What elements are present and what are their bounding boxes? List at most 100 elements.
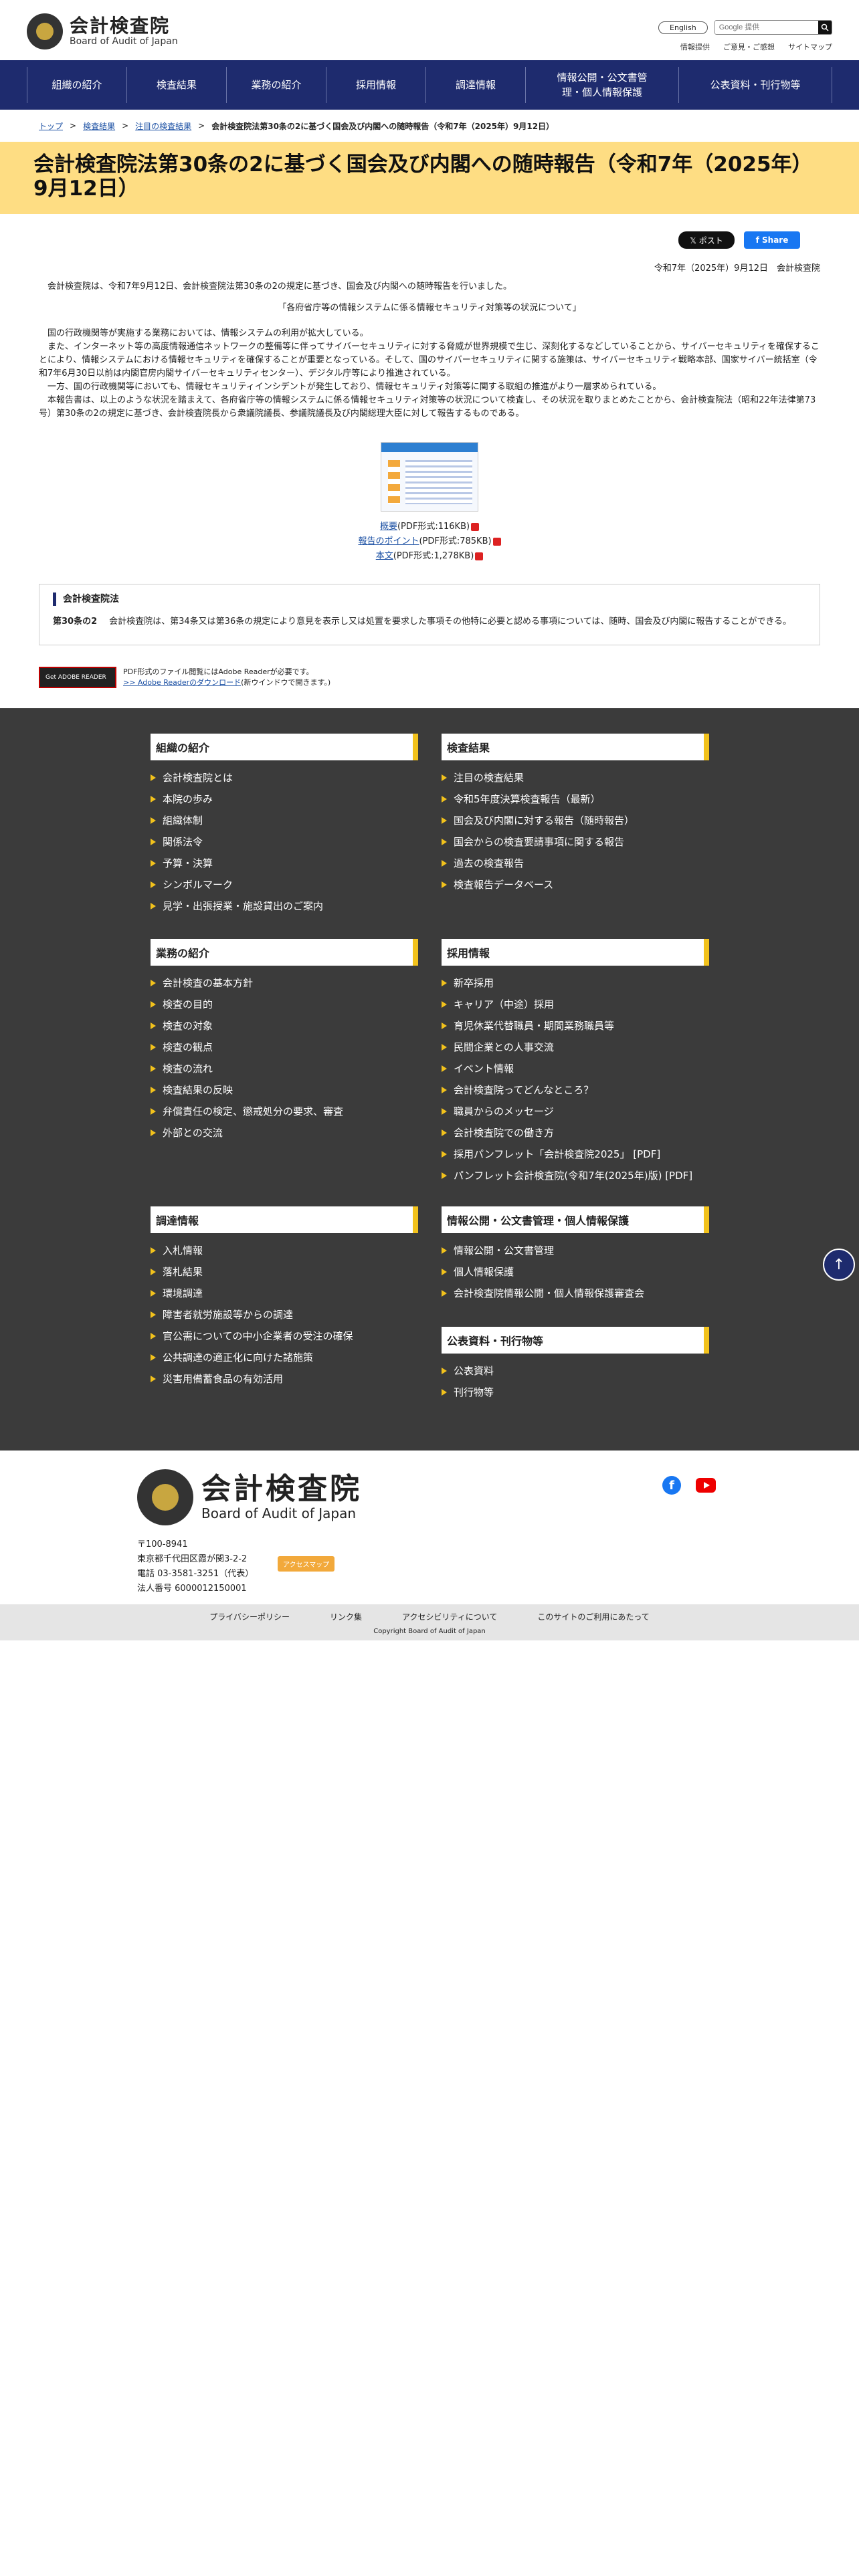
footer-link[interactable]: パンフレット会計検査院(令和7年(2025年)版) [PDF] xyxy=(442,1165,709,1186)
nav-audit-results[interactable]: 検査結果 xyxy=(126,67,226,103)
nav-organization[interactable]: 組織の紹介 xyxy=(27,67,126,103)
access-map-button[interactable]: アクセスマップ xyxy=(278,1556,335,1572)
breadcrumb-results[interactable]: 検査結果 xyxy=(83,120,115,132)
footer-col-heading[interactable]: 調達情報 xyxy=(151,1206,418,1233)
footer-link[interactable]: 検査の流れ xyxy=(151,1058,418,1079)
breadcrumb-sep: > xyxy=(122,121,129,130)
social-share: 𝕏 ポスト f Share xyxy=(39,214,820,255)
footer-link[interactable]: 新卒採用 xyxy=(442,972,709,994)
footer-logo[interactable]: 会計検査院 Board of Audit of Japan xyxy=(137,1469,362,1525)
footer-link[interactable]: 個人情報保護 xyxy=(442,1261,709,1283)
nav-disclosure[interactable]: 情報公開・公文書管理・個人情報保護 xyxy=(525,67,678,103)
english-button[interactable]: English xyxy=(658,21,708,34)
paragraph: 一方、国の行政機関等においても、情報セキュリティインシデントが発生しており、情報… xyxy=(47,382,662,392)
header-link-sitemap[interactable]: サイトマップ xyxy=(788,41,832,52)
footer-link[interactable]: 入札情報 xyxy=(151,1240,418,1261)
footer-col-heading[interactable]: 業務の紹介 xyxy=(151,939,418,966)
footer-link[interactable]: 民間企業との人事交流 xyxy=(442,1037,709,1058)
footer-link[interactable]: 本院の歩み xyxy=(151,788,418,810)
footer-link[interactable]: 国会からの検査要請事項に関する報告 xyxy=(442,831,709,853)
footer-link[interactable]: 障害者就労施設等からの調達 xyxy=(151,1304,418,1325)
footer-link[interactable]: シンボルマーク xyxy=(151,874,418,895)
footer-link[interactable]: 会計検査院とは xyxy=(151,767,418,788)
paragraph: 国の行政機関等が実施する業務においては、情報システムの利用が拡大している。 xyxy=(47,328,369,338)
nav-procurement[interactable]: 調達情報 xyxy=(425,67,525,103)
footer-link[interactable]: 公表資料 xyxy=(442,1360,709,1382)
footer-link[interactable]: 職員からのメッセージ xyxy=(442,1101,709,1122)
footer-address: 〒100-8941 東京都千代田区霞が関3-2-2 電話 03-3581-325… xyxy=(137,1537,254,1596)
footer-link[interactable]: 検査報告データベース xyxy=(442,874,709,895)
footer-link[interactable]: 災害用備蓄食品の有効活用 xyxy=(151,1368,418,1390)
footer-col-heading[interactable]: 組織の紹介 xyxy=(151,734,418,760)
nav-operations[interactable]: 業務の紹介 xyxy=(226,67,326,103)
footer-link[interactable]: 刊行物等 xyxy=(442,1382,709,1403)
footer-col-heading[interactable]: 情報公開・公文書管理・個人情報保護 xyxy=(442,1206,709,1233)
footer-link[interactable]: 検査の観点 xyxy=(151,1037,418,1058)
file-meta: (PDF形式:116KB) xyxy=(397,522,470,532)
footer-link[interactable]: 予算・決算 xyxy=(151,853,418,874)
footer-link[interactable]: 育児休業代替職員・期間業務職員等 xyxy=(442,1015,709,1037)
title-band: 会計検査院法第30条の2に基づく国会及び内閣への随時報告（令和7年（2025年）… xyxy=(0,142,859,214)
footer-link[interactable]: 組織体制 xyxy=(151,810,418,831)
footer-col-heading[interactable]: 公表資料・刊行物等 xyxy=(442,1327,709,1354)
footer-link[interactable]: 公共調達の適正化に向けた諸施策 xyxy=(151,1347,418,1368)
search-input[interactable] xyxy=(714,21,818,34)
youtube-icon[interactable] xyxy=(696,1478,716,1493)
footer-link[interactable]: 検査結果の反映 xyxy=(151,1079,418,1101)
privacy-policy-link[interactable]: プライバシーポリシー xyxy=(209,1611,290,1622)
file-link-summary[interactable]: 概要 xyxy=(380,522,397,532)
x-post-button[interactable]: 𝕏 ポスト xyxy=(678,231,735,249)
facebook-share-button[interactable]: f Share xyxy=(744,231,800,249)
footer-link[interactable]: 過去の検査報告 xyxy=(442,853,709,874)
report-thumbnail[interactable] xyxy=(381,442,478,512)
back-to-top-button[interactable]: ↑ xyxy=(823,1249,855,1281)
footer-link[interactable]: 注目の検査結果 xyxy=(442,767,709,788)
footer-link[interactable]: キャリア（中途）採用 xyxy=(442,994,709,1015)
nav-publications[interactable]: 公表資料・刊行物等 xyxy=(678,67,832,103)
footer-link[interactable]: 官公需についての中小企業者の受注の確保 xyxy=(151,1325,418,1347)
reader-download-link[interactable]: >> Adobe Readerのダウンロード xyxy=(123,678,241,687)
footer-link[interactable]: 関係法令 xyxy=(151,831,418,853)
links-page-link[interactable]: リンク集 xyxy=(330,1611,362,1622)
footer-col-recruitment: 採用情報 新卒採用 キャリア（中途）採用 育児休業代替職員・期間業務職員等 民間… xyxy=(442,939,709,1186)
search-icon xyxy=(821,23,829,31)
breadcrumb-sep: > xyxy=(198,121,205,130)
footer-link[interactable]: 落札結果 xyxy=(151,1261,418,1283)
breadcrumb-top[interactable]: トップ xyxy=(39,120,63,132)
footer-link[interactable]: 検査の対象 xyxy=(151,1015,418,1037)
adobe-reader-badge[interactable]: Get ADOBE READER xyxy=(39,667,116,688)
footer-link[interactable]: 令和5年度決算検査報告（最新） xyxy=(442,788,709,810)
nav-recruitment[interactable]: 採用情報 xyxy=(326,67,425,103)
header-link-info[interactable]: 情報提供 xyxy=(680,41,710,52)
footer-logo-ja: 会計検査院 xyxy=(201,1472,362,1506)
footer-link[interactable]: イベント情報 xyxy=(442,1058,709,1079)
footer-link[interactable]: 環境調達 xyxy=(151,1283,418,1304)
footer-link[interactable]: 会計検査院情報公開・個人情報保護審査会 xyxy=(442,1283,709,1304)
file-list: 概要(PDF形式:116KB) 報告のポイント(PDF形式:785KB) 本文(… xyxy=(39,520,820,564)
seal-icon xyxy=(137,1469,193,1525)
footer-link[interactable]: 会計検査院ってどんなところ？ xyxy=(442,1079,709,1101)
search-button[interactable] xyxy=(818,21,832,34)
footer-link[interactable]: 情報公開・公文書管理 xyxy=(442,1240,709,1261)
footer-link[interactable]: 会計検査の基本方針 xyxy=(151,972,418,994)
breadcrumb-notable[interactable]: 注目の検査結果 xyxy=(135,120,191,132)
site-logo[interactable]: 会計検査院 Board of Audit of Japan xyxy=(27,13,178,49)
search-box xyxy=(714,20,832,35)
file-link-points[interactable]: 報告のポイント xyxy=(358,536,419,546)
footer-link[interactable]: 見学・出張授業・施設貸出のご案内 xyxy=(151,895,418,917)
breadcrumb: トップ > 検査結果 > 注目の検査結果 > 会計検査院法第30条の2に基づく国… xyxy=(0,110,859,142)
facebook-icon[interactable]: f xyxy=(662,1476,681,1495)
footer-col-heading[interactable]: 検査結果 xyxy=(442,734,709,760)
footer-link[interactable]: 弁償責任の検定、懲戒処分の要求、審査 xyxy=(151,1101,418,1122)
file-meta: (PDF形式:785KB) xyxy=(419,536,492,546)
footer-link[interactable]: 採用パンフレット「会計検査院2025」 [PDF] xyxy=(442,1144,709,1165)
footer-col-heading[interactable]: 採用情報 xyxy=(442,939,709,966)
footer-link[interactable]: 検査の目的 xyxy=(151,994,418,1015)
accessibility-link[interactable]: アクセシビリティについて xyxy=(402,1611,497,1622)
footer-link[interactable]: 外部との交流 xyxy=(151,1122,418,1144)
file-link-full[interactable]: 本文 xyxy=(376,551,393,561)
footer-link[interactable]: 国会及び内閣に対する報告（随時報告） xyxy=(442,810,709,831)
header-link-feedback[interactable]: ご意見・ご感想 xyxy=(723,41,775,52)
terms-link[interactable]: このサイトのご利用にあたって xyxy=(537,1611,649,1622)
footer-link[interactable]: 会計検査院での働き方 xyxy=(442,1122,709,1144)
